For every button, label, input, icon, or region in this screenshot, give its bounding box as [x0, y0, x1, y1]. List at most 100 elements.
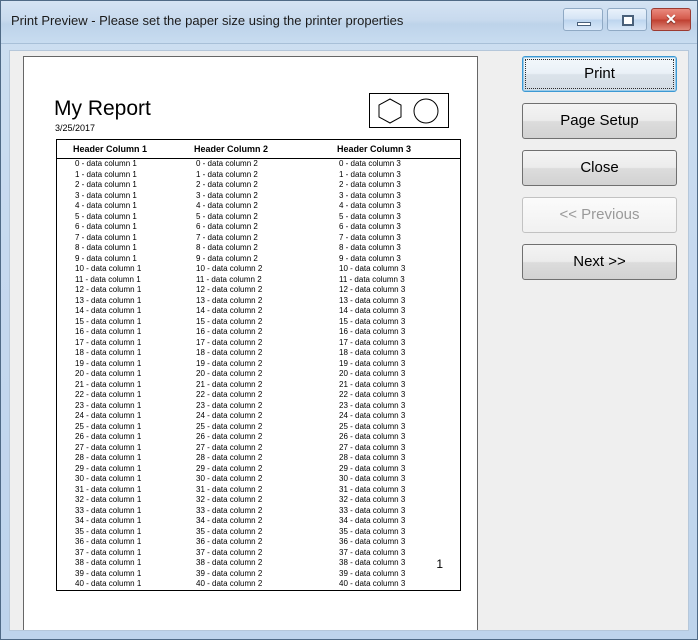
- table-cell: 33 - data column 2: [196, 505, 263, 515]
- table-cell: 14 - data column 2: [196, 306, 263, 315]
- table-cell: 20 - data column 3: [339, 369, 406, 378]
- table-cell: 16 - data column 3: [339, 327, 406, 336]
- button-label: Close: [580, 159, 619, 176]
- table-cell: 27 - data column 2: [196, 442, 263, 452]
- table-cell: 6 - data column 2: [196, 222, 258, 231]
- table-cell: 22 - data column 2: [196, 390, 263, 399]
- table-row: 26 - data column 1 26 - data column 2 26 -…: [57, 432, 461, 443]
- table-cell: 2 - data column 2: [196, 180, 258, 189]
- report-title: My Report: [54, 97, 151, 120]
- table-row: 18 - data column 1 18 - data column 2 18 -…: [57, 348, 461, 359]
- table-cell: 36 - data column 3: [339, 537, 406, 546]
- table-row: 22 - data column 1 22 - data column 2 22 -…: [57, 390, 461, 401]
- table-row: 31 - data column 1 31 - data column 2 31 -…: [57, 485, 461, 496]
- close-icon: ✕: [665, 11, 677, 27]
- table-cell: 0 - data column 3: [339, 159, 401, 168]
- restore-icon: [622, 15, 634, 26]
- table-header: Header Column 1 Header Column 2 Header C…: [56, 139, 461, 159]
- preview-page[interactable]: My Report 3/25/2017 Header Column 1 Head…: [23, 56, 478, 630]
- table-row: 0 - data column 1 0 - data column 2 0 - da…: [57, 159, 461, 170]
- table-row: 17 - data column 1 17 - data column 2 17 -…: [57, 338, 461, 349]
- restore-button[interactable]: [607, 8, 647, 31]
- table-row: 28 - data column 1 28 - data column 2 28 -…: [57, 453, 461, 464]
- page-setup-button[interactable]: Page Setup: [522, 103, 677, 139]
- table-header-row: Header Column 1 Header Column 2 Header C…: [56, 139, 461, 159]
- table-row: 30 - data column 1 30 - data column 2 30 -…: [57, 474, 461, 485]
- table-cell: 3 - data column 1: [75, 190, 137, 200]
- table-cell: 18 - data column 3: [339, 348, 406, 357]
- window-controls: ✕: [563, 8, 691, 31]
- client-area: My Report 3/25/2017 Header Column 1 Head…: [9, 50, 689, 631]
- table-row: 25 - data column 1 25 - data column 2 25 -…: [57, 422, 461, 433]
- table-row: 15 - data column 1 15 - data column 2 15 -…: [57, 317, 461, 328]
- table-row: 16 - data column 1 16 - data column 2 16 -…: [57, 327, 461, 338]
- table-cell: 9 - data column 3: [339, 253, 401, 263]
- table-cell: 5 - data column 2: [196, 211, 258, 221]
- table-row: 19 - data column 1 19 - data column 2 19 -…: [57, 359, 461, 370]
- table-body: 0 - data column 1 0 - data column 2 0 - da…: [57, 159, 461, 591]
- table-cell: 10 - data column 2: [196, 264, 263, 273]
- table-cell: 28 - data column 2: [196, 453, 263, 462]
- previous-page-button: << Previous: [522, 197, 677, 233]
- title-bar[interactable]: Print Preview - Please set the paper siz…: [1, 1, 697, 44]
- report-table: Header Column 1 Header Column 2 Header C…: [56, 139, 461, 591]
- table-cell: 24 - data column 2: [196, 411, 263, 420]
- table-cell: 12 - data column 1: [75, 285, 142, 294]
- print-button[interactable]: Print: [522, 56, 677, 92]
- table-cell: 23 - data column 1: [75, 400, 142, 410]
- table-cell: 2 - data column 3: [339, 180, 401, 189]
- shapes-svg: [378, 98, 439, 124]
- table-cell: 32 - data column 3: [339, 495, 406, 504]
- table-cell: 30 - data column 2: [196, 474, 263, 483]
- table-cell: 32 - data column 2: [196, 495, 263, 504]
- table-cell: 31 - data column 3: [339, 484, 406, 494]
- table-cell: 28 - data column 3: [339, 453, 406, 462]
- table-row: 3 - data column 1 3 - data column 2 3 - da…: [57, 191, 461, 202]
- table-row: 9 - data column 1 9 - data column 2 9 - da…: [57, 254, 461, 265]
- close-button[interactable]: Close: [522, 150, 677, 186]
- button-label: << Previous: [559, 206, 640, 223]
- table-row: 1 - data column 1 1 - data column 2 1 - da…: [57, 170, 461, 181]
- table-cell: 26 - data column 2: [196, 432, 263, 441]
- table-row: 23 - data column 1 23 - data column 2 23 -…: [57, 401, 461, 412]
- minimize-button[interactable]: [563, 8, 603, 31]
- table-cell: 28 - data column 1: [75, 453, 142, 462]
- table-header-cell-1: Header Column 1: [56, 139, 178, 159]
- table-row: 7 - data column 1 7 - data column 2 7 - da…: [57, 233, 461, 244]
- table-cell: 12 - data column 2: [196, 285, 263, 294]
- table-row: 10 - data column 1 10 - data column 2 10 -…: [57, 264, 461, 275]
- next-page-button[interactable]: Next >>: [522, 244, 677, 280]
- close-window-button[interactable]: ✕: [651, 8, 691, 31]
- button-label: Page Setup: [560, 112, 639, 129]
- table-header-cell-3: Header Column 3: [321, 139, 461, 159]
- table-row: 36 - data column 1 36 - data column 2 36 -…: [57, 537, 461, 548]
- table-cell: 24 - data column 1: [75, 411, 142, 420]
- table-cell: 34 - data column 1: [75, 516, 142, 525]
- table-cell: 31 - data column 1: [75, 484, 142, 494]
- table-cell: 25 - data column 3: [339, 421, 406, 431]
- table-cell: 7 - data column 2: [196, 232, 258, 242]
- table-cell: 9 - data column 1: [75, 253, 137, 263]
- button-panel: Print Page Setup Close << Previous Next >>: [522, 56, 682, 291]
- table-cell: 25 - data column 1: [75, 421, 142, 431]
- table-cell: 9 - data column 2: [196, 253, 258, 263]
- table-cell: 34 - data column 3: [339, 516, 406, 525]
- table-cell: 40 - data column 2: [196, 579, 263, 588]
- table-cell: 40 - data column 3: [339, 579, 406, 588]
- table-cell: 27 - data column 1: [75, 442, 142, 452]
- table-row: 35 - data column 1 35 - data column 2 35 -…: [57, 527, 461, 538]
- table-cell: 15 - data column 1: [75, 316, 142, 326]
- table-row: 27 - data column 1 27 - data column 2 27 -…: [57, 443, 461, 454]
- table-row: 6 - data column 1 6 - data column 2 6 - da…: [57, 222, 461, 233]
- table-cell: 17 - data column 3: [339, 337, 406, 347]
- table-cell: 35 - data column 3: [339, 526, 406, 536]
- table-cell: 17 - data column 2: [196, 337, 263, 347]
- table-cell: 12 - data column 3: [339, 285, 406, 294]
- table-cell: 33 - data column 1: [75, 505, 142, 515]
- table-row: 5 - data column 1 5 - data column 2 5 - da…: [57, 212, 461, 223]
- table-cell: 11 - data column 3: [339, 274, 405, 284]
- table-row: 11 - data column 1 11 - data column 2 11 -…: [57, 275, 461, 286]
- table-cell: 11 - data column 2: [196, 274, 262, 284]
- table-cell: 34 - data column 2: [196, 516, 263, 525]
- table-row: 21 - data column 1 21 - data column 2 21 -…: [57, 380, 461, 391]
